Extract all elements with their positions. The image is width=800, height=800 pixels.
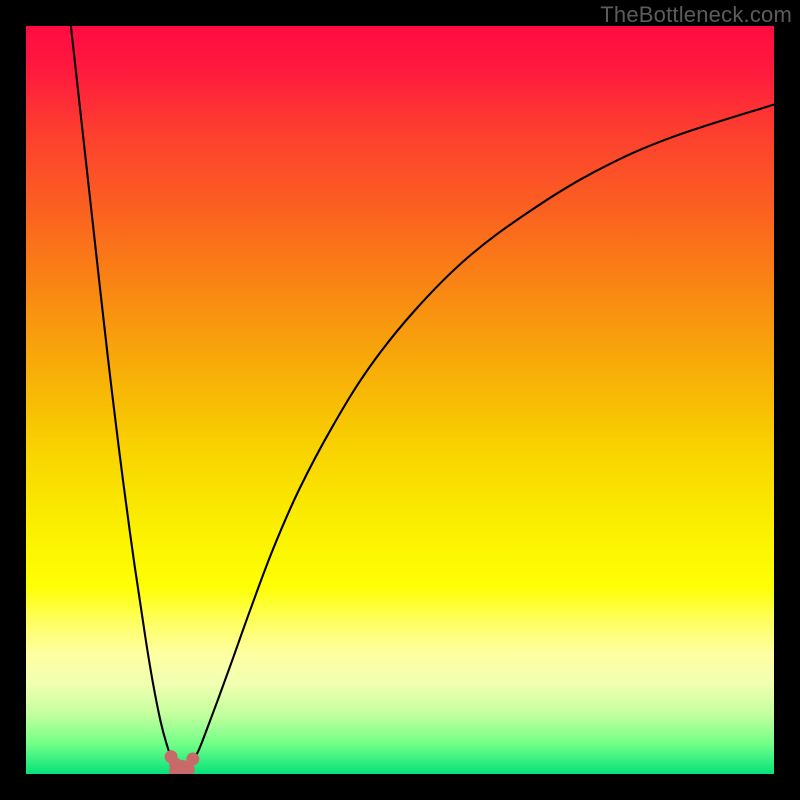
chart-frame: TheBottleneck.com — [0, 0, 800, 800]
valley-dot — [186, 753, 199, 766]
plot-area — [26, 26, 774, 774]
chart-svg — [26, 26, 774, 774]
gradient-background — [26, 26, 774, 774]
watermark: TheBottleneck.com — [600, 2, 792, 28]
